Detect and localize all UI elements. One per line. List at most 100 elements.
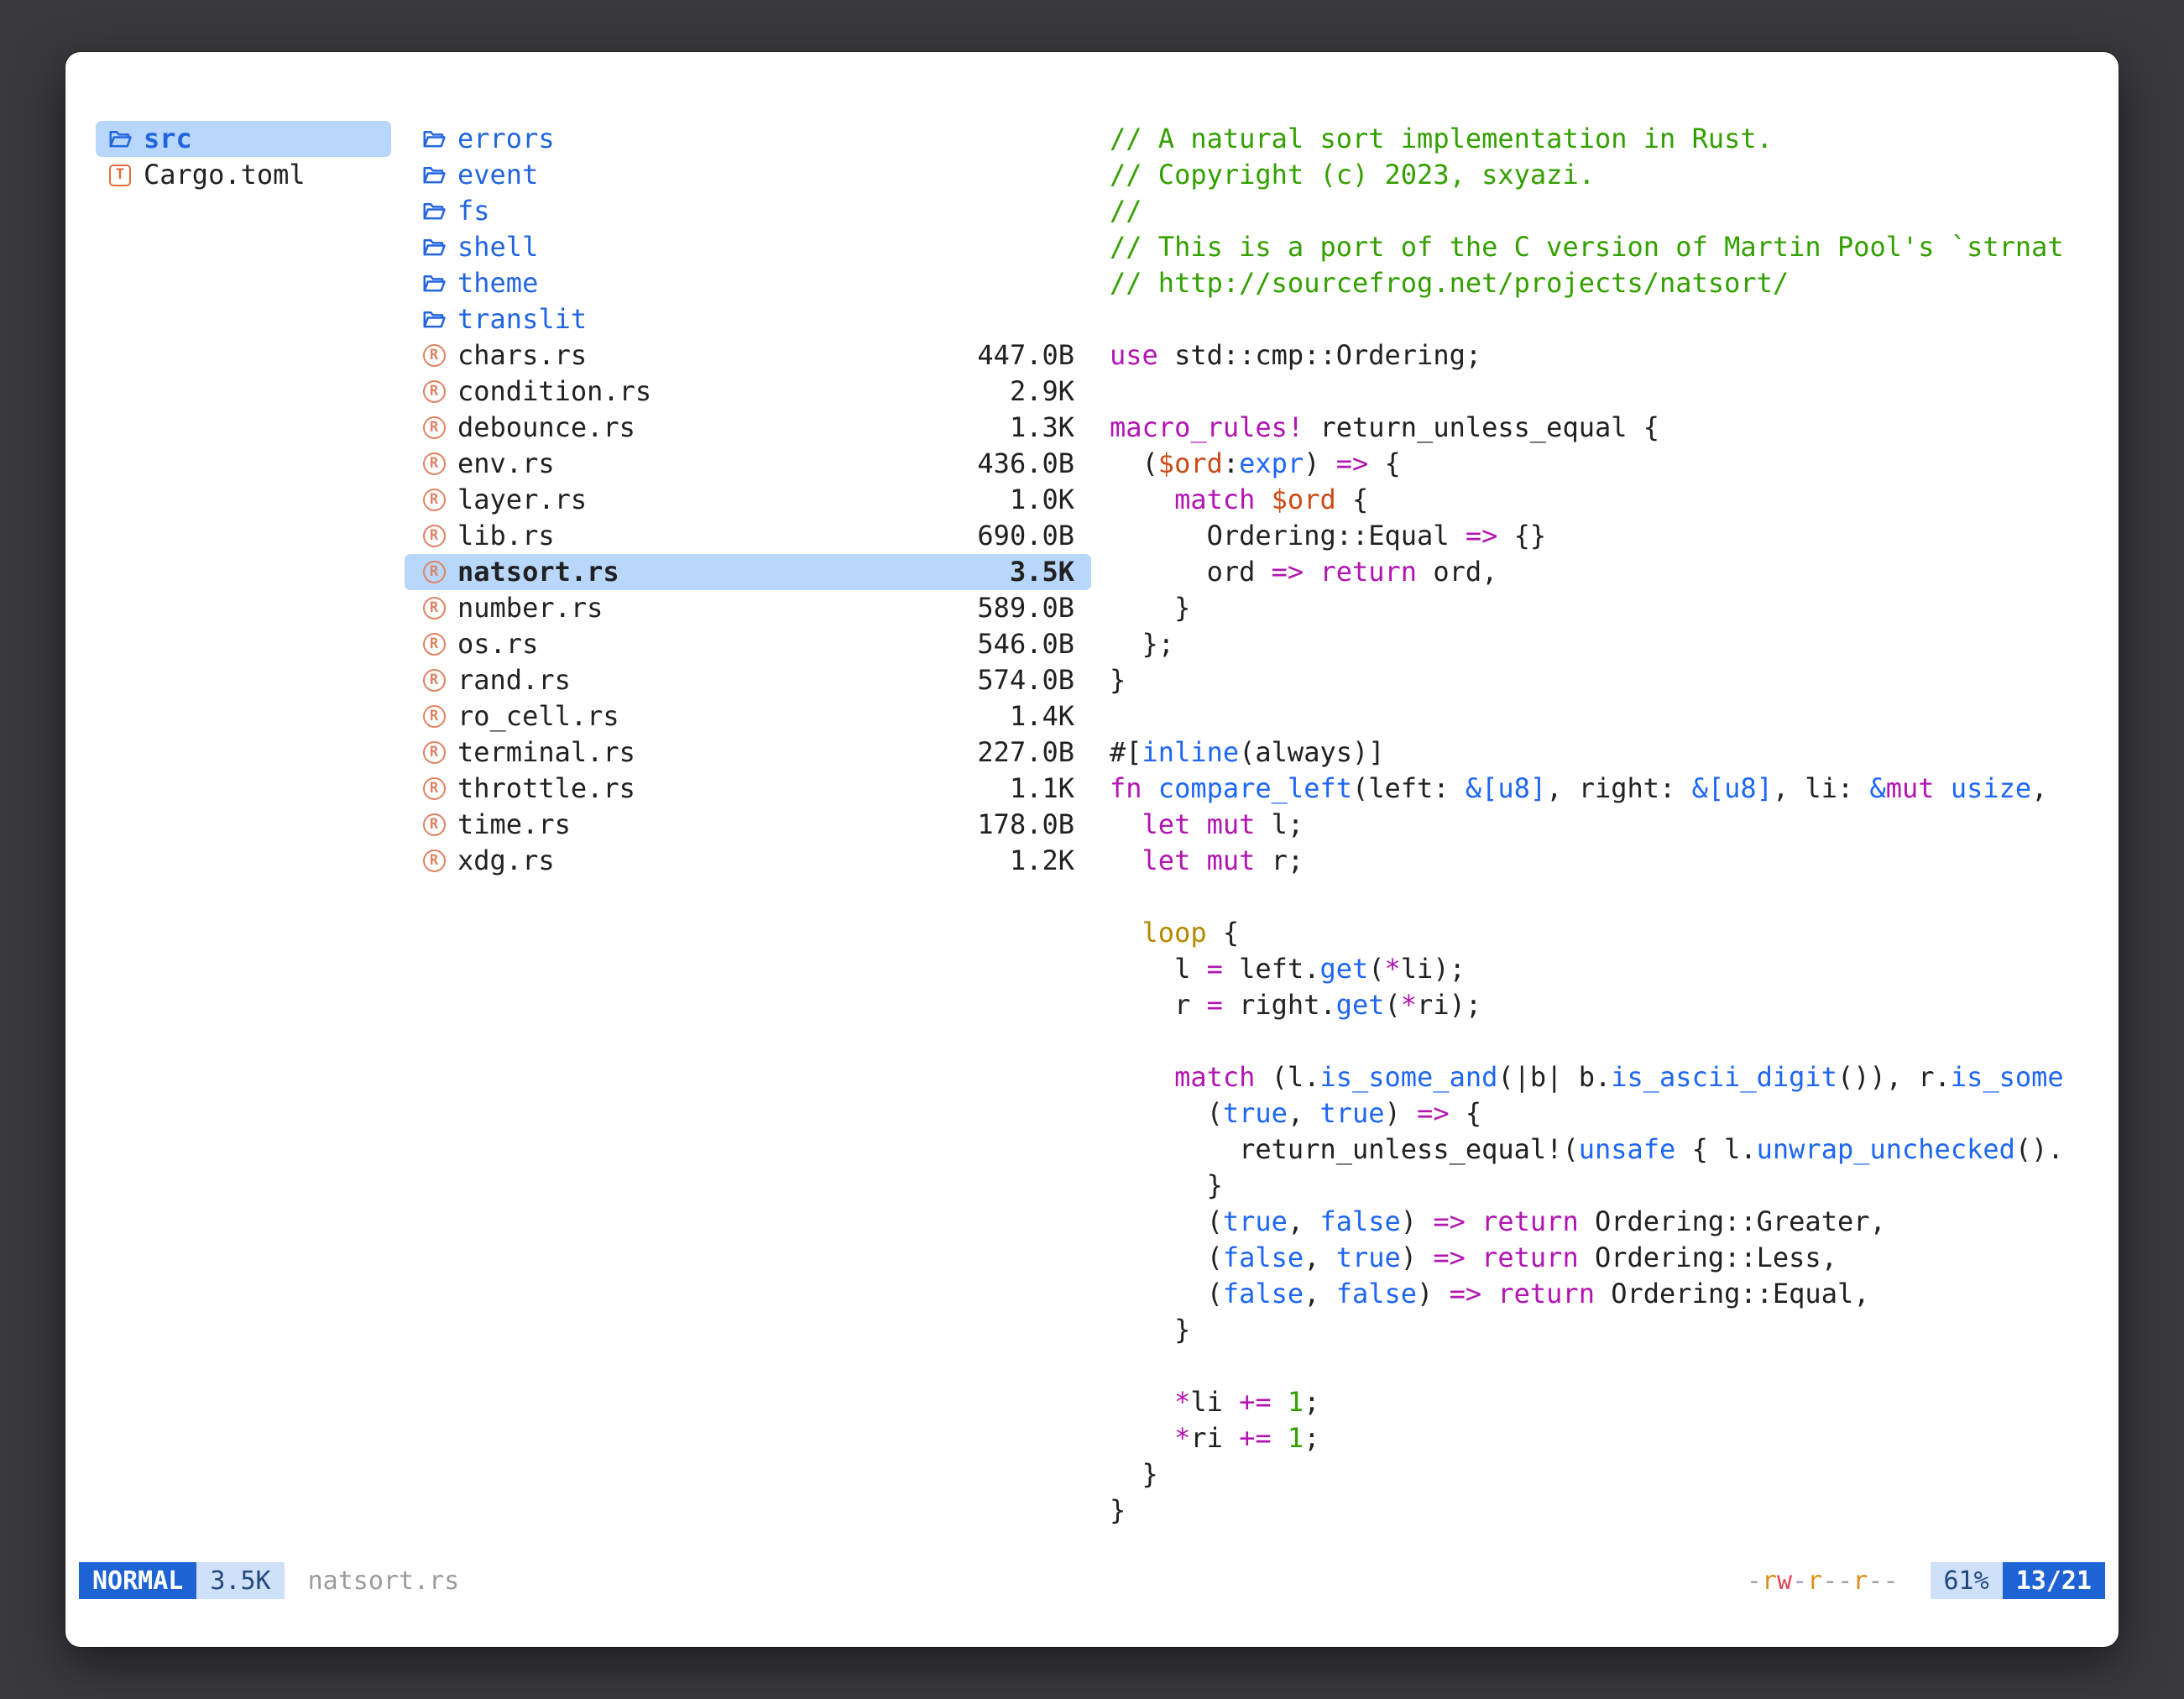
folder-icon	[107, 127, 133, 152]
rust-logo: R	[423, 777, 446, 800]
file-permissions: -rw-r--r--	[1747, 1562, 1899, 1599]
code-line: r = right.get(*ri);	[1110, 987, 2105, 1023]
file-item-ro_cell.rs[interactable]: Rro_cell.rs1.4K	[405, 698, 1091, 734]
file-item-translit[interactable]: translit	[405, 301, 1091, 337]
perm-char: r	[1807, 1566, 1822, 1596]
file-size: 447.0B	[977, 337, 1074, 374]
file-item-shell[interactable]: shell	[405, 229, 1091, 265]
code-line: #[inline(always)]	[1110, 734, 2105, 771]
file-name: terminal.rs	[457, 734, 977, 771]
rust-logo: R	[423, 850, 446, 872]
code-line: *ri += 1;	[1110, 1420, 2105, 1456]
file-item-debounce.rs[interactable]: Rdebounce.rs1.3K	[405, 410, 1091, 446]
percent-badge: 61%	[1931, 1562, 2003, 1599]
code-line: (false, true) => return Ordering::Less,	[1110, 1240, 2105, 1276]
code-line: }	[1110, 1168, 2105, 1204]
file-name: ro_cell.rs	[457, 698, 1010, 734]
status-left: NORMAL 3.5K natsort.rs	[79, 1562, 459, 1599]
file-name: os.rs	[457, 626, 977, 662]
file-item-terminal.rs[interactable]: Rterminal.rs227.0B	[405, 734, 1091, 771]
code-line: // http://sourcefrog.net/projects/natsor…	[1110, 265, 2105, 301]
file-size: 2.9K	[1010, 374, 1074, 410]
file-size: 436.0B	[977, 446, 1074, 482]
code-line: (false, false) => return Ordering::Equal…	[1110, 1276, 2105, 1312]
file-item-rand.rs[interactable]: Rrand.rs574.0B	[405, 662, 1091, 698]
rust-logo: R	[423, 489, 446, 511]
file-item-lib.rs[interactable]: Rlib.rs690.0B	[405, 518, 1091, 554]
rust-logo: R	[423, 416, 446, 439]
file-name: Cargo.toml	[144, 157, 374, 193]
code-line: }	[1110, 1312, 2105, 1348]
code-line	[1110, 1023, 2105, 1059]
rust-file-icon: R	[421, 379, 447, 405]
code-line: }	[1110, 590, 2105, 626]
file-name: chars.rs	[457, 337, 977, 374]
parent-item-src[interactable]: src	[96, 121, 391, 157]
file-size: 227.0B	[977, 734, 1074, 771]
rust-logo: R	[423, 344, 446, 367]
file-name: number.rs	[457, 590, 977, 626]
file-item-env.rs[interactable]: Renv.rs436.0B	[405, 446, 1091, 482]
rust-file-icon: R	[421, 776, 447, 802]
file-item-time.rs[interactable]: Rtime.rs178.0B	[405, 807, 1091, 843]
rust-logo: R	[423, 561, 446, 583]
file-item-xdg.rs[interactable]: Rxdg.rs1.2K	[405, 843, 1091, 879]
file-item-fs[interactable]: fs	[405, 193, 1091, 229]
code-line: (true, true) => {	[1110, 1095, 2105, 1132]
position-badge: 13/21	[2003, 1562, 2105, 1599]
file-item-errors[interactable]: errors	[405, 121, 1091, 157]
folder-icon	[421, 271, 447, 296]
code-line: match (l.is_some_and(|b| b.is_ascii_digi…	[1110, 1059, 2105, 1095]
file-item-layer.rs[interactable]: Rlayer.rs1.0K	[405, 482, 1091, 518]
file-name: errors	[457, 121, 1074, 157]
file-name: src	[144, 121, 374, 157]
desktop-background: { "parent_pane": { "items": [ { "name": …	[0, 0, 2184, 1699]
file-name: throttle.rs	[457, 771, 1010, 807]
file-name: fs	[457, 193, 1074, 229]
file-name: time.rs	[457, 807, 977, 843]
rust-file-icon: R	[421, 416, 447, 441]
preview-pane[interactable]: // A natural sort implementation in Rust…	[1110, 121, 2105, 1529]
rust-logo: R	[423, 705, 446, 728]
code-line	[1110, 698, 2105, 734]
perm-char: -	[1822, 1566, 1837, 1596]
code-line: // A natural sort implementation in Rust…	[1110, 121, 2105, 157]
perm-char: -	[1837, 1566, 1852, 1596]
rust-file-icon: R	[421, 704, 447, 729]
file-item-os.rs[interactable]: Ros.rs546.0B	[405, 626, 1091, 662]
code-line: match $ord {	[1110, 482, 2105, 518]
rust-file-icon: R	[421, 560, 447, 585]
file-item-chars.rs[interactable]: Rchars.rs447.0B	[405, 337, 1091, 374]
file-item-number.rs[interactable]: Rnumber.rs589.0B	[405, 590, 1091, 626]
folder-icon	[421, 127, 447, 152]
code-line: l = left.get(*li);	[1110, 951, 2105, 987]
rust-logo: R	[423, 633, 446, 656]
folder-icon	[421, 235, 447, 260]
file-item-natsort.rs[interactable]: Rnatsort.rs3.5K	[405, 554, 1091, 590]
file-name: event	[457, 157, 1074, 193]
file-size: 1.2K	[1010, 843, 1074, 879]
current-pane[interactable]: errorseventfsshellthemetranslitRchars.rs…	[405, 121, 1091, 879]
rust-logo: R	[423, 669, 446, 692]
parent-item-Cargo.toml[interactable]: TCargo.toml	[96, 157, 391, 193]
file-item-throttle.rs[interactable]: Rthrottle.rs1.1K	[405, 771, 1091, 807]
perm-char: -	[1747, 1566, 1762, 1596]
file-size: 690.0B	[977, 518, 1074, 554]
file-item-theme[interactable]: theme	[405, 265, 1091, 301]
perm-char: -	[1883, 1566, 1898, 1596]
perm-char: w	[1777, 1566, 1792, 1596]
rust-logo: R	[423, 380, 446, 403]
rust-file-icon: R	[421, 849, 447, 874]
rust-file-icon: R	[421, 343, 447, 369]
file-size: 3.5K	[1010, 554, 1074, 590]
file-name: translit	[457, 301, 1074, 337]
code-line: (true, false) => return Ordering::Greate…	[1110, 1204, 2105, 1240]
rust-logo: R	[423, 813, 446, 836]
file-name: natsort.rs	[457, 554, 1010, 590]
file-item-condition.rs[interactable]: Rcondition.rs2.9K	[405, 374, 1091, 410]
mode-badge: NORMAL	[79, 1562, 196, 1599]
code-line: loop {	[1110, 915, 2105, 951]
parent-pane[interactable]: srcTCargo.toml	[96, 121, 391, 193]
folder-icon	[421, 163, 447, 188]
file-item-event[interactable]: event	[405, 157, 1091, 193]
